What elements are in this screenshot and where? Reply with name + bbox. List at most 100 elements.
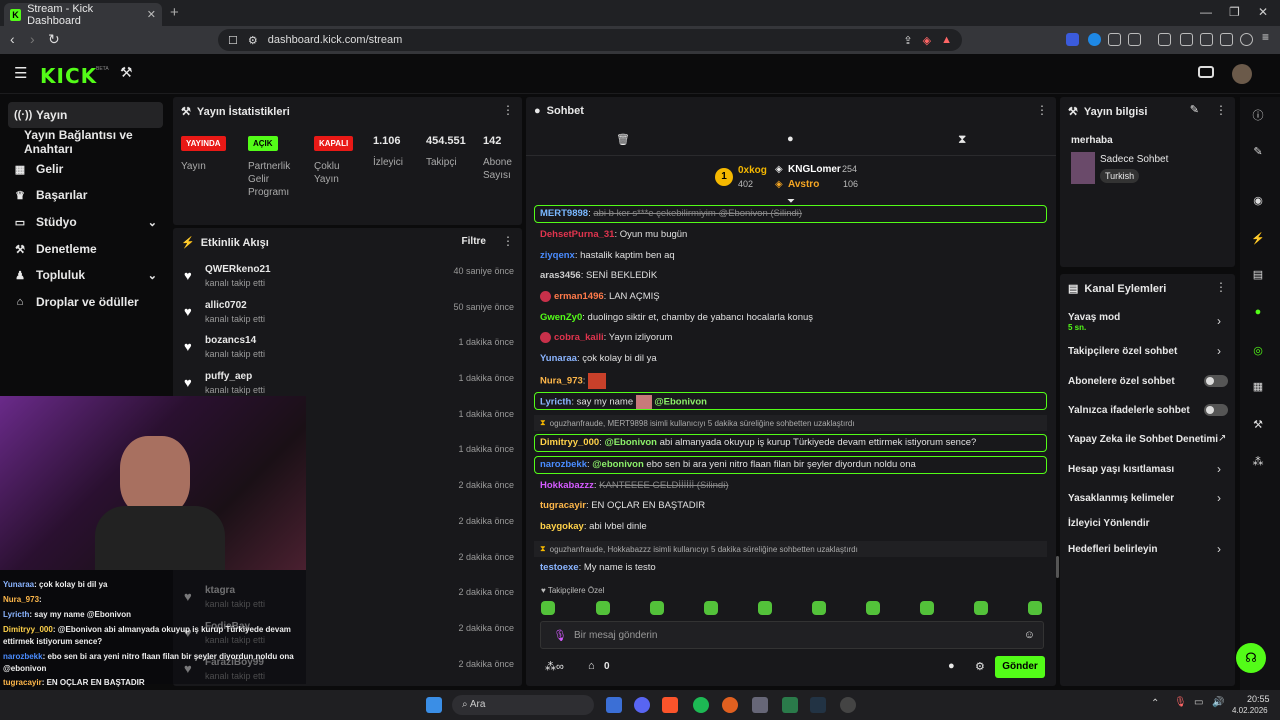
avatar[interactable] bbox=[1232, 64, 1252, 84]
chat-bubble-icon[interactable]: ● bbox=[787, 133, 794, 145]
hourglass-icon[interactable]: ⧗ bbox=[958, 132, 966, 147]
close-window-icon[interactable]: ✕ bbox=[1258, 5, 1268, 19]
chat-username[interactable]: GwenZy0 bbox=[540, 312, 582, 323]
forward-icon[interactable]: › bbox=[30, 31, 35, 47]
emoji-icon[interactable]: ☺ bbox=[1024, 629, 1035, 641]
chevron-right-icon[interactable]: › bbox=[1217, 314, 1221, 328]
emote-icon[interactable] bbox=[866, 601, 880, 615]
ai-moderation-label[interactable]: Yapay Zeka ile Sohbet Denetimi bbox=[1068, 434, 1218, 445]
sidebar-item-droplar[interactable]: ⌂ Droplar ve ödüller bbox=[8, 289, 163, 315]
bookmark-icon[interactable]: ☐ bbox=[228, 34, 238, 47]
chat-username[interactable]: Hokkabazzz bbox=[540, 480, 594, 491]
extension-icon[interactable] bbox=[1128, 33, 1141, 46]
brave-rewards-icon[interactable]: ▲ bbox=[941, 34, 952, 46]
infinity-icon[interactable]: ⁂∞ bbox=[545, 660, 564, 673]
site-info-icon[interactable]: ⚙ bbox=[248, 34, 258, 47]
chevron-right-icon[interactable]: › bbox=[1217, 542, 1221, 556]
maximize-icon[interactable]: ❐ bbox=[1229, 5, 1240, 19]
filter-button[interactable]: Filtre bbox=[462, 236, 486, 247]
trash-icon[interactable]: 🗑 bbox=[616, 133, 630, 146]
emote-icon[interactable] bbox=[650, 601, 664, 615]
clock-time[interactable]: 20:55 bbox=[1247, 694, 1270, 704]
vpn-icon[interactable] bbox=[1240, 33, 1253, 46]
extension-icon[interactable] bbox=[1108, 33, 1121, 46]
windows-start-icon[interactable] bbox=[426, 697, 442, 713]
network-icon[interactable]: ▭ bbox=[1194, 697, 1203, 708]
store-icon[interactable]: ⌂ bbox=[588, 660, 595, 672]
chevron-right-icon[interactable]: › bbox=[1217, 344, 1221, 358]
close-tab-icon[interactable]: ✕ bbox=[147, 8, 156, 21]
raid-label[interactable]: İzleyici Yönlendir bbox=[1068, 518, 1150, 529]
tag-chip[interactable]: Turkish bbox=[1100, 169, 1140, 183]
followers-chat-label[interactable]: Takipçilere özel sohbet bbox=[1068, 346, 1177, 357]
reload-icon[interactable]: ↻ bbox=[48, 31, 60, 48]
chat-mention[interactable]: @ebonivon bbox=[592, 459, 644, 470]
category-thumbnail[interactable] bbox=[1071, 152, 1095, 184]
app-icon[interactable] bbox=[752, 697, 768, 713]
broadcast-icon[interactable]: ◎ bbox=[1245, 337, 1271, 363]
chevron-right-icon[interactable]: › bbox=[1217, 462, 1221, 476]
chat-username[interactable]: erman1496 bbox=[554, 291, 604, 302]
more-options-icon[interactable]: ⋮ bbox=[1215, 280, 1227, 294]
sidebar-toggle-icon[interactable] bbox=[1180, 33, 1193, 46]
more-options-icon[interactable]: ⋮ bbox=[502, 234, 514, 248]
obs-icon[interactable] bbox=[840, 697, 856, 713]
chevron-right-icon[interactable]: › bbox=[1217, 491, 1221, 505]
wallet-icon[interactable] bbox=[1200, 33, 1213, 46]
leo-icon[interactable] bbox=[1220, 33, 1233, 46]
tray-chevron-icon[interactable]: ⌃ bbox=[1151, 698, 1159, 709]
wrench-icon[interactable]: ⚒ bbox=[1245, 411, 1271, 437]
more-options-icon[interactable]: ⋮ bbox=[502, 103, 514, 117]
emote-icon[interactable] bbox=[758, 601, 772, 615]
support-icon[interactable]: ☊ bbox=[1236, 643, 1266, 673]
sidebar-item-yayin[interactable]: ((·)) Yayın bbox=[8, 102, 163, 128]
steam-icon[interactable] bbox=[810, 697, 826, 713]
sidebar-item-gelir[interactable]: ▦ Gelir bbox=[8, 156, 163, 182]
kick-logo[interactable]: KICK bbox=[40, 64, 97, 88]
emote-icon[interactable] bbox=[541, 601, 555, 615]
chat-bubble-icon[interactable]: ● bbox=[948, 660, 955, 672]
tools-icon[interactable]: ⚒ bbox=[120, 64, 133, 81]
new-tab-icon[interactable]: + bbox=[170, 4, 179, 21]
chat-username[interactable]: baygokay bbox=[540, 521, 584, 532]
app-icon[interactable] bbox=[722, 697, 738, 713]
edit-icon[interactable]: ✎ bbox=[1190, 103, 1199, 116]
emote-chat-toggle[interactable] bbox=[1204, 404, 1228, 416]
media-icon[interactable] bbox=[1158, 33, 1171, 46]
edit-icon[interactable]: ✎ bbox=[1245, 138, 1271, 164]
browser-tab[interactable]: K Stream - Kick Dashboard ✕ bbox=[4, 3, 162, 27]
event-user[interactable]: QWERkeno21 bbox=[205, 264, 271, 275]
chat-scrollbar[interactable] bbox=[1056, 556, 1059, 578]
chat-username[interactable]: DehsetPurna_31 bbox=[540, 229, 614, 240]
subscribers-chat-toggle[interactable] bbox=[1204, 375, 1228, 387]
back-icon[interactable]: ‹ bbox=[10, 31, 15, 47]
chat-username[interactable]: Dimitryy_000 bbox=[540, 437, 599, 448]
chat-bubble-icon[interactable]: ● bbox=[1245, 299, 1271, 325]
send-button[interactable]: Gönder bbox=[995, 656, 1045, 678]
microphone-icon[interactable]: 🎙 bbox=[553, 629, 567, 642]
goals-label[interactable]: Hedefleri belirleyin bbox=[1068, 544, 1157, 555]
category-name[interactable]: Sadece Sohbet bbox=[1100, 154, 1168, 165]
chat-username[interactable]: testoexe bbox=[540, 562, 579, 573]
sidebar-item-stream-key[interactable]: Yayın Bağlantısı ve Anahtarı bbox=[8, 128, 163, 156]
more-options-icon[interactable]: ⋮ bbox=[1215, 103, 1227, 117]
streamer-mode-icon[interactable] bbox=[1198, 66, 1214, 78]
address-bar[interactable]: ☐ ⚙ dashboard.kick.com/stream ⇪ ◈ ▲ bbox=[218, 29, 962, 51]
chat-username[interactable]: tugracayir bbox=[540, 500, 586, 511]
chat-username[interactable]: aras3456 bbox=[540, 270, 581, 281]
emote-icon[interactable] bbox=[920, 601, 934, 615]
bolt-icon[interactable]: ⚡ bbox=[1245, 225, 1271, 251]
microphone-icon[interactable]: 🎙 bbox=[1174, 697, 1187, 708]
slow-mode-label[interactable]: Yavaş mod bbox=[1068, 312, 1120, 323]
leader-name[interactable]: 0xkog bbox=[738, 165, 767, 176]
account-age-label[interactable]: Hesap yaşı kısıtlaması bbox=[1068, 464, 1174, 475]
chat-mention[interactable]: @Ebonivon bbox=[604, 437, 657, 448]
notes-icon[interactable]: ▤ bbox=[1245, 261, 1271, 287]
emote-icon[interactable] bbox=[704, 601, 718, 615]
chat-username[interactable]: cobra_kaili bbox=[554, 332, 604, 343]
chat-username[interactable]: Yunaraa bbox=[540, 353, 577, 364]
chat-input[interactable]: 🎙 Bir mesaj gönderin ☺ bbox=[540, 621, 1044, 649]
dashboard-icon[interactable]: ▦ bbox=[1245, 373, 1271, 399]
sidebar-item-studyo[interactable]: ▭ Stüdyo ⌄ bbox=[8, 209, 163, 235]
chat-username[interactable]: Lyricth bbox=[540, 397, 571, 408]
